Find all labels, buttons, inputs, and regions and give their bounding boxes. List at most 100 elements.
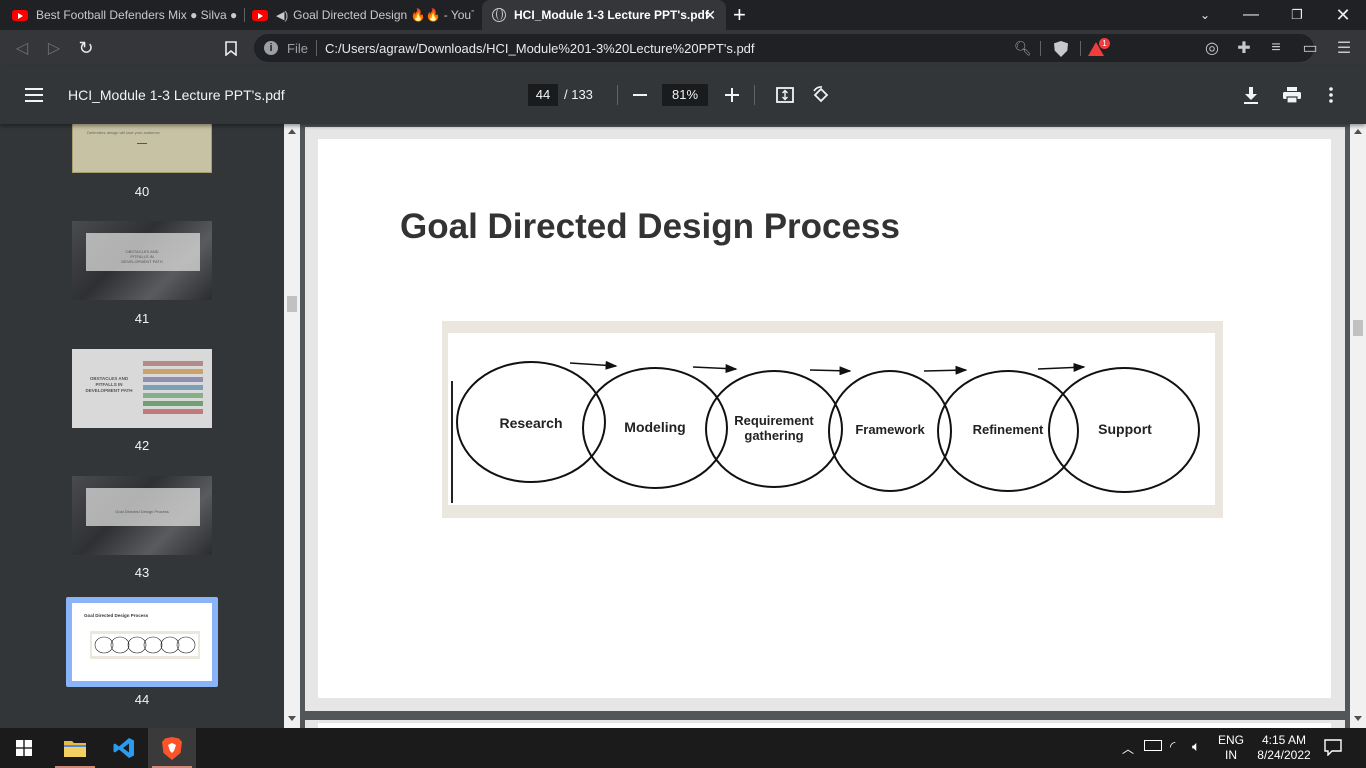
zoom-out-button[interactable] (630, 84, 650, 106)
brave-icon[interactable] (148, 728, 196, 768)
step-label: Research (499, 415, 563, 431)
thumbnail-bar (143, 409, 203, 414)
browser-toolbar: ◁ ▷ ↻ i File C:/Users/agraw/Downloads/HC… (0, 30, 1366, 66)
notifications-icon[interactable] (1324, 738, 1342, 761)
restore-button[interactable]: ❐ (1274, 0, 1320, 30)
file-explorer-icon[interactable] (51, 728, 99, 768)
bookmark-icon[interactable] (219, 36, 243, 60)
divider (316, 40, 317, 56)
flow-arrow (923, 365, 968, 375)
scrollbar-thumb[interactable] (1353, 320, 1363, 336)
tab-title: Goal Directed Design 🔥🔥 - YouTube (293, 8, 474, 22)
divider (1080, 41, 1081, 56)
tab-youtube-goal-directed[interactable]: ◀) Goal Directed Design 🔥🔥 - YouTube (252, 0, 474, 30)
show-hidden-icons[interactable]: ︿ (1122, 740, 1134, 757)
fit-to-page-icon[interactable] (774, 84, 796, 106)
diagram-canvas: Research Modeling Requirement gathering … (448, 333, 1215, 505)
divider (617, 85, 618, 105)
minimize-button[interactable]: — (1228, 0, 1274, 30)
close-window-button[interactable]: ✕ (1320, 0, 1366, 30)
thumbnail-page-44-selected[interactable]: Goal Directed Design Process (66, 597, 218, 687)
back-button[interactable]: ◁ (10, 36, 34, 60)
zoom-in-button[interactable] (722, 84, 742, 106)
step-label: Refinement (972, 422, 1044, 437)
document-title: HCI_Module 1-3 Lecture PPT's.pdf (68, 87, 285, 103)
thumbnail-number: 43 (134, 565, 150, 580)
tab-title: Best Football Defenders Mix ● Silva ● (36, 8, 238, 22)
divider (754, 85, 755, 105)
zoom-magnifier-icon[interactable]: 🔍︎ (1014, 40, 1032, 57)
volume-icon[interactable]: 🔈︎ (1192, 738, 1200, 755)
thumbnail-text: OBSTACLES AND PITFALLS IN DEVELOPMENT PA… (121, 249, 163, 264)
thumbnail-bar (143, 369, 203, 374)
thumbnail-sidebar: Defenders design will lose your audience… (0, 124, 284, 728)
more-options-icon[interactable] (1320, 84, 1342, 106)
rewards-badge: 1 (1099, 38, 1110, 49)
scroll-up-arrow[interactable] (288, 129, 296, 134)
new-tab-button[interactable]: + (733, 3, 746, 27)
scroll-down-arrow[interactable] (1354, 716, 1362, 721)
windows-taskbar: ︿ ◜ 🔈︎ ENG IN 4:15 AM 8/24/2022 (0, 728, 1366, 768)
forward-button[interactable]: ▷ (42, 36, 66, 60)
thumbnail-diagram (90, 631, 200, 659)
thumbnail-text: OBSTACLES AND PITFALLS IN DEVELOPMENT PA… (85, 376, 133, 393)
thumbnail-page-40[interactable]: Defenders design will lose your audience (72, 124, 212, 173)
brave-shields-icon[interactable] (1054, 41, 1068, 57)
sidebar-scrollbar[interactable] (284, 124, 300, 728)
tab-youtube-defenders[interactable]: Best Football Defenders Mix ● Silva ● (12, 0, 242, 30)
slide-title: Goal Directed Design Process (400, 207, 900, 246)
thumbnail-bar (143, 377, 203, 382)
wallet-icon[interactable]: ▭ (1298, 36, 1322, 60)
tab-divider (244, 8, 245, 22)
thumbnail-page-42[interactable]: OBSTACLES AND PITFALLS IN DEVELOPMENT PA… (72, 349, 212, 428)
scrollbar-thumb[interactable] (287, 296, 297, 312)
pdf-viewer: Goal Directed Design Process Research Mo… (300, 124, 1350, 728)
vpn-icon[interactable]: ◎ (1200, 36, 1224, 60)
close-tab-icon[interactable]: ✕ (704, 7, 716, 24)
page-total: / 133 (564, 87, 593, 102)
flow-arrow (809, 366, 852, 376)
thumbnail-bar (143, 393, 203, 398)
zoom-level-input[interactable]: 81% (662, 84, 708, 106)
media-controls-icon[interactable]: ≡ (1264, 36, 1288, 60)
url-text[interactable]: C:/Users/agraw/Downloads/HCI_Module%201-… (325, 41, 755, 56)
viewer-scrollbar[interactable] (1350, 124, 1366, 728)
step-label: Support (1098, 421, 1152, 437)
extensions-icon[interactable]: ✚ (1232, 36, 1256, 60)
wifi-icon[interactable]: ◜ (1170, 738, 1175, 755)
start-button[interactable] (0, 728, 48, 768)
sidebar-toggle-icon[interactable] (22, 84, 46, 106)
thumbnail-bar (143, 361, 203, 366)
step-label: Framework (855, 422, 925, 437)
scroll-down-arrow[interactable] (288, 716, 296, 721)
slide: Goal Directed Design Process Research Mo… (318, 139, 1331, 698)
clock[interactable]: 4:15 AM 8/24/2022 (1250, 733, 1318, 763)
thumbnail-number: 41 (134, 311, 150, 326)
thumbnail-bar (143, 401, 203, 406)
thumbnail-arrow (137, 143, 147, 144)
info-icon[interactable]: i (264, 41, 278, 55)
tab-title: HCI_Module 1-3 Lecture PPT's.pdf (514, 8, 709, 22)
thumbnail-number: 42 (134, 438, 150, 453)
print-icon[interactable] (1280, 84, 1304, 106)
reload-button[interactable]: ↻ (74, 36, 98, 60)
thumbnail-page-41[interactable]: OBSTACLES AND PITFALLS IN DEVELOPMENT PA… (72, 221, 212, 300)
vscode-icon[interactable] (100, 728, 148, 768)
scroll-up-arrow[interactable] (1354, 129, 1362, 134)
rotate-icon[interactable] (810, 84, 832, 106)
page-number-input[interactable]: 44 (528, 84, 558, 106)
clock-date: 8/24/2022 (1257, 748, 1311, 762)
battery-icon[interactable] (1144, 740, 1162, 751)
globe-icon (492, 8, 506, 22)
thumbnail-number: 44 (134, 692, 150, 707)
download-icon[interactable] (1240, 84, 1262, 106)
tab-search-icon[interactable]: ⌄ (1182, 0, 1228, 30)
menu-icon[interactable]: ☰ (1332, 36, 1356, 60)
step-label: Modeling (624, 419, 686, 435)
flow-arrow (1037, 362, 1086, 372)
thumbnail-page-43[interactable]: Goal Directed Design Process (72, 476, 212, 555)
input-language[interactable]: ENG IN (1214, 733, 1248, 763)
thumbnail-panel (86, 488, 200, 526)
address-bar[interactable]: i File C:/Users/agraw/Downloads/HCI_Modu… (254, 34, 1314, 62)
tab-pdf[interactable]: HCI_Module 1-3 Lecture PPT's.pdf ✕ (482, 0, 726, 30)
